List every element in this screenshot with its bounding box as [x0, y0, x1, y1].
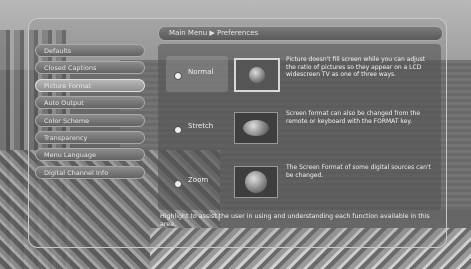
menu-item-auto-output[interactable]: Auto Output — [35, 96, 145, 110]
menu-item-label: Auto Output — [44, 99, 84, 108]
menu-item-defaults[interactable]: Defaults — [35, 44, 145, 57]
option-zoom[interactable]: Zoom The Screen Format of some digital s… — [158, 158, 441, 208]
menu-item-label: Defaults — [44, 47, 72, 55]
menu-item-transparency[interactable]: Transparency — [35, 130, 145, 144]
help-text: Highlight to assist the user in using an… — [160, 213, 430, 228]
menu-item-label: Color Scheme — [44, 116, 90, 125]
option-stretch[interactable]: Stretch Screen format can also be change… — [158, 104, 441, 154]
menu-item-digital-channel-info[interactable]: Digital Channel Info — [35, 165, 145, 179]
menu-item-label: Closed Captions — [44, 64, 97, 73]
menu-item-label: Picture Format — [44, 81, 92, 90]
options-panel: Normal Picture doesn't fill screen while… — [158, 44, 441, 210]
menu-item-closed-captions[interactable]: Closed Captions — [35, 61, 145, 75]
menu-item-color-scheme[interactable]: Color Scheme — [35, 113, 145, 127]
menu-title: Main Menu ▶ Preferences — [169, 29, 259, 37]
zoom-preview-icon — [234, 166, 278, 198]
radio-button[interactable] — [174, 180, 182, 188]
option-label: Zoom — [188, 176, 209, 184]
ball-icon — [249, 67, 265, 83]
radio-button[interactable] — [174, 72, 182, 80]
option-description: Screen format can also be changed from t… — [286, 110, 421, 125]
option-normal[interactable]: Normal Picture doesn't fill screen while… — [158, 50, 441, 100]
menu-item-menu-language[interactable]: Menu Language — [35, 148, 145, 162]
ball-icon — [243, 120, 269, 136]
option-label: Normal — [188, 68, 214, 76]
menu-item-label: Transparency — [44, 133, 88, 142]
tv-screen: Main Menu ▶ Preferences Defaults Closed … — [0, 0, 471, 269]
radio-button[interactable] — [174, 126, 182, 134]
normal-preview-icon — [234, 58, 280, 92]
option-description: The Screen Format of some digital source… — [286, 164, 431, 179]
option-label: Stretch — [188, 122, 214, 130]
option-description: Picture doesn't fill screen while you ca… — [286, 56, 426, 79]
preferences-menu: Defaults Closed Captions Picture Format … — [35, 44, 145, 183]
ball-icon — [245, 171, 267, 193]
menu-item-label: Menu Language — [44, 151, 96, 160]
menu-item-picture-format[interactable]: Picture Format — [35, 78, 145, 92]
menu-item-label: Digital Channel Info — [44, 168, 109, 177]
stretch-preview-icon — [234, 112, 278, 144]
menu-title-bar: Main Menu ▶ Preferences — [158, 26, 443, 41]
